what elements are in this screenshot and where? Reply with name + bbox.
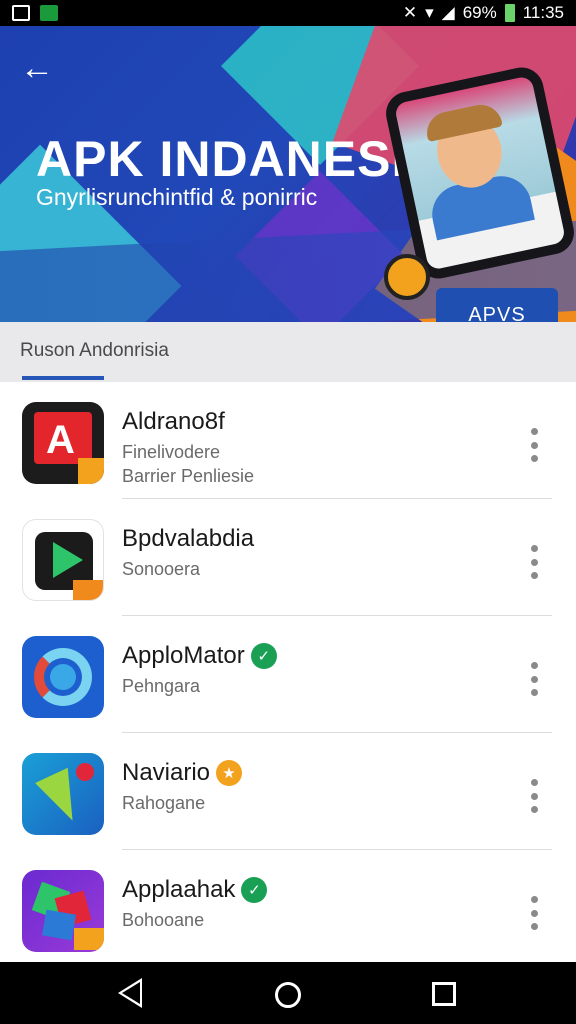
gem-app-icon — [22, 870, 104, 952]
signal-icon: ◢ — [441, 3, 455, 22]
green-check-icon: ✓ — [250, 643, 277, 669]
banner-subtitle: Gnyrlisrunchintfid & ponirric — [36, 184, 318, 210]
home-icon[interactable] — [275, 982, 301, 1008]
recents-icon[interactable] — [432, 982, 456, 1006]
back-icon[interactable] — [118, 978, 142, 1008]
notification-icon — [40, 5, 58, 21]
status-bar: ✕ ▾ ◢ 69% 11:35 — [0, 0, 576, 26]
hero-banner: ← APK INDANESII Gnyrlisrunchintfid & pon… — [0, 26, 576, 322]
app-developer: Finelivodere — [122, 442, 221, 462]
battery-percentage: 69% — [462, 3, 497, 22]
overflow-menu-icon[interactable] — [524, 662, 544, 696]
app-name: Applaahak ✓ — [122, 876, 268, 904]
list-item[interactable]: Bpdvalabdia Sonooera — [0, 499, 576, 616]
gallery-icon — [12, 5, 30, 21]
tab-strip: Ruson Andonrisia — [0, 322, 576, 382]
app-list: A Aldrano8f Finelivodere Barrier Penlies… — [0, 382, 576, 967]
wifi-icon: ▾ — [425, 3, 434, 22]
orange-star-icon: ★ — [216, 760, 243, 786]
list-item[interactable]: Applaahak ✓ Bohooane — [0, 850, 576, 967]
app-developer: Pehngara — [122, 676, 201, 696]
overflow-menu-icon[interactable] — [524, 896, 544, 930]
overflow-menu-icon[interactable] — [524, 428, 544, 462]
back-arrow-icon[interactable]: ← — [20, 50, 56, 86]
app-name: ApploMator ✓ — [122, 642, 277, 670]
list-item[interactable]: ApploMator ✓ Pehngara — [0, 616, 576, 733]
app-developer: Sonooera — [122, 559, 201, 579]
banner-title: APK INDANESII — [36, 131, 422, 187]
tab-indicator — [22, 376, 104, 380]
mute-icon: ✕ — [402, 3, 418, 22]
app-name: Bpdvalabdia — [122, 525, 255, 552]
tab-active[interactable]: Ruson Andonrisia — [20, 340, 169, 362]
app-name: Aldrano8f — [122, 408, 225, 435]
list-item[interactable]: Naviario ★ Rahogane — [0, 733, 576, 850]
play-store-icon — [22, 519, 104, 601]
apps-button[interactable]: APVS — [436, 288, 558, 322]
map-pin-app-icon — [22, 753, 104, 835]
app-name: Naviario ★ — [122, 759, 243, 787]
blue-ring-app-icon — [22, 636, 104, 718]
lightning-badge-icon — [384, 254, 430, 300]
navigation-bar — [0, 962, 576, 1024]
list-item[interactable]: A Aldrano8f Finelivodere Barrier Penlies… — [0, 382, 576, 499]
app-category: Barrier Penliesie — [122, 466, 255, 486]
green-check-icon: ✓ — [241, 877, 268, 903]
overflow-menu-icon[interactable] — [524, 779, 544, 813]
app-developer: Rahogane — [122, 793, 206, 813]
battery-icon — [504, 4, 515, 22]
overflow-menu-icon[interactable] — [524, 545, 544, 579]
app-developer: Bohooane — [122, 910, 205, 930]
red-a-app-icon: A — [22, 402, 104, 484]
status-time: 11:35 — [522, 3, 564, 22]
